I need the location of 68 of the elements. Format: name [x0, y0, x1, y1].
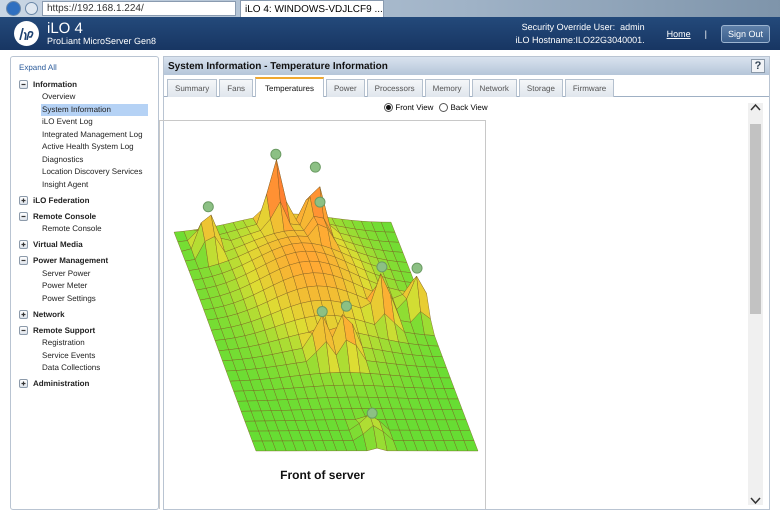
- nav-section[interactable]: Remote Support: [33, 326, 96, 334]
- tab[interactable]: Storage: [518, 79, 563, 97]
- plus-icon: [20, 196, 27, 204]
- expand-toggle[interactable]: [19, 240, 28, 249]
- tab[interactable]: Firmware: [564, 79, 614, 97]
- scrollbar[interactable]: [748, 103, 763, 505]
- nav-item[interactable]: Active Health System Log: [41, 141, 148, 154]
- address-field[interactable]: https://192.168.1.224/: [42, 1, 236, 16]
- nav-item[interactable]: Integrated Management Log: [41, 128, 148, 141]
- nav-item[interactable]: System Information: [41, 104, 148, 116]
- nav-item[interactable]: Registration: [41, 337, 148, 350]
- tab[interactable]: Processors: [366, 79, 423, 97]
- user-info: Security Override User: admin: [522, 22, 645, 32]
- sign-out-button[interactable]: Sign Out: [720, 24, 770, 42]
- nav-section[interactable]: Remote Console: [33, 212, 96, 220]
- tab[interactable]: Network: [472, 79, 517, 97]
- tab[interactable]: Temperatures: [255, 77, 324, 97]
- nav-item[interactable]: Location Discovery Services: [41, 166, 148, 178]
- nav-section[interactable]: Network: [33, 310, 65, 318]
- plus-icon: [20, 380, 27, 387]
- server-model: ProLiant MicroServer Gen8: [47, 36, 158, 46]
- radio-button[interactable]: [439, 103, 448, 112]
- plus-icon: [20, 241, 27, 248]
- nav-item[interactable]: Power Settings: [41, 292, 148, 305]
- nav-item[interactable]: Overview: [41, 91, 148, 104]
- scroll-down-icon[interactable]: [750, 497, 761, 505]
- expand-toggle[interactable]: [19, 379, 28, 388]
- back-button[interactable]: [6, 1, 21, 16]
- nav-item[interactable]: Insight Agent: [41, 178, 148, 191]
- scroll-up-icon[interactable]: [750, 103, 761, 111]
- help-button[interactable]: ?: [751, 59, 765, 73]
- radio-button[interactable]: [384, 103, 394, 112]
- radio-label[interactable]: Front View: [395, 103, 434, 112]
- browser-tab[interactable]: iLO 4: WINDOWS-VDJLCF9 ...: [240, 0, 384, 17]
- plus-icon: [20, 310, 27, 318]
- forward-button[interactable]: [25, 2, 38, 15]
- nav-section[interactable]: Power Management: [33, 256, 108, 265]
- panel-title: System Information - Temperature Information: [168, 60, 388, 72]
- minus-icon: [20, 257, 27, 264]
- hostname-info: iLO Hostname:ILO22G3040001.: [516, 35, 645, 45]
- nav-item[interactable]: iLO Event Log: [41, 116, 148, 128]
- tab[interactable]: Summary: [167, 79, 218, 97]
- product-name: iLO 4: [47, 21, 84, 36]
- collapse-toggle[interactable]: [19, 212, 28, 220]
- tab[interactable]: Power: [326, 79, 365, 97]
- nav-section[interactable]: iLO Federation: [33, 196, 90, 204]
- tab[interactable]: Memory: [424, 79, 470, 97]
- radio-label[interactable]: Back View: [450, 103, 488, 112]
- expand-all-link[interactable]: Expand All: [19, 63, 158, 72]
- nav-section[interactable]: Virtual Media: [33, 240, 83, 249]
- tab[interactable]: Fans: [219, 79, 254, 97]
- nav-item[interactable]: Service Events: [41, 350, 148, 362]
- home-link[interactable]: Home: [666, 28, 691, 38]
- nav-section[interactable]: Administration: [33, 379, 90, 388]
- chart-caption: Front of server: [280, 468, 365, 482]
- logo-icon: [14, 21, 39, 46]
- collapse-toggle[interactable]: [19, 80, 28, 88]
- nav-item[interactable]: Remote Console: [41, 223, 148, 236]
- nav-section[interactable]: Information: [33, 80, 77, 88]
- collapse-toggle[interactable]: [19, 326, 28, 334]
- nav-item[interactable]: Diagnostics: [41, 154, 148, 166]
- collapse-toggle[interactable]: [19, 256, 28, 265]
- expand-toggle[interactable]: [19, 196, 28, 204]
- nav-item[interactable]: Data Collections: [41, 362, 148, 374]
- nav-item[interactable]: Power Meter: [41, 280, 148, 292]
- expand-toggle[interactable]: [19, 310, 28, 318]
- separator: |: [704, 28, 707, 38]
- nav-item[interactable]: Server Power: [41, 268, 148, 280]
